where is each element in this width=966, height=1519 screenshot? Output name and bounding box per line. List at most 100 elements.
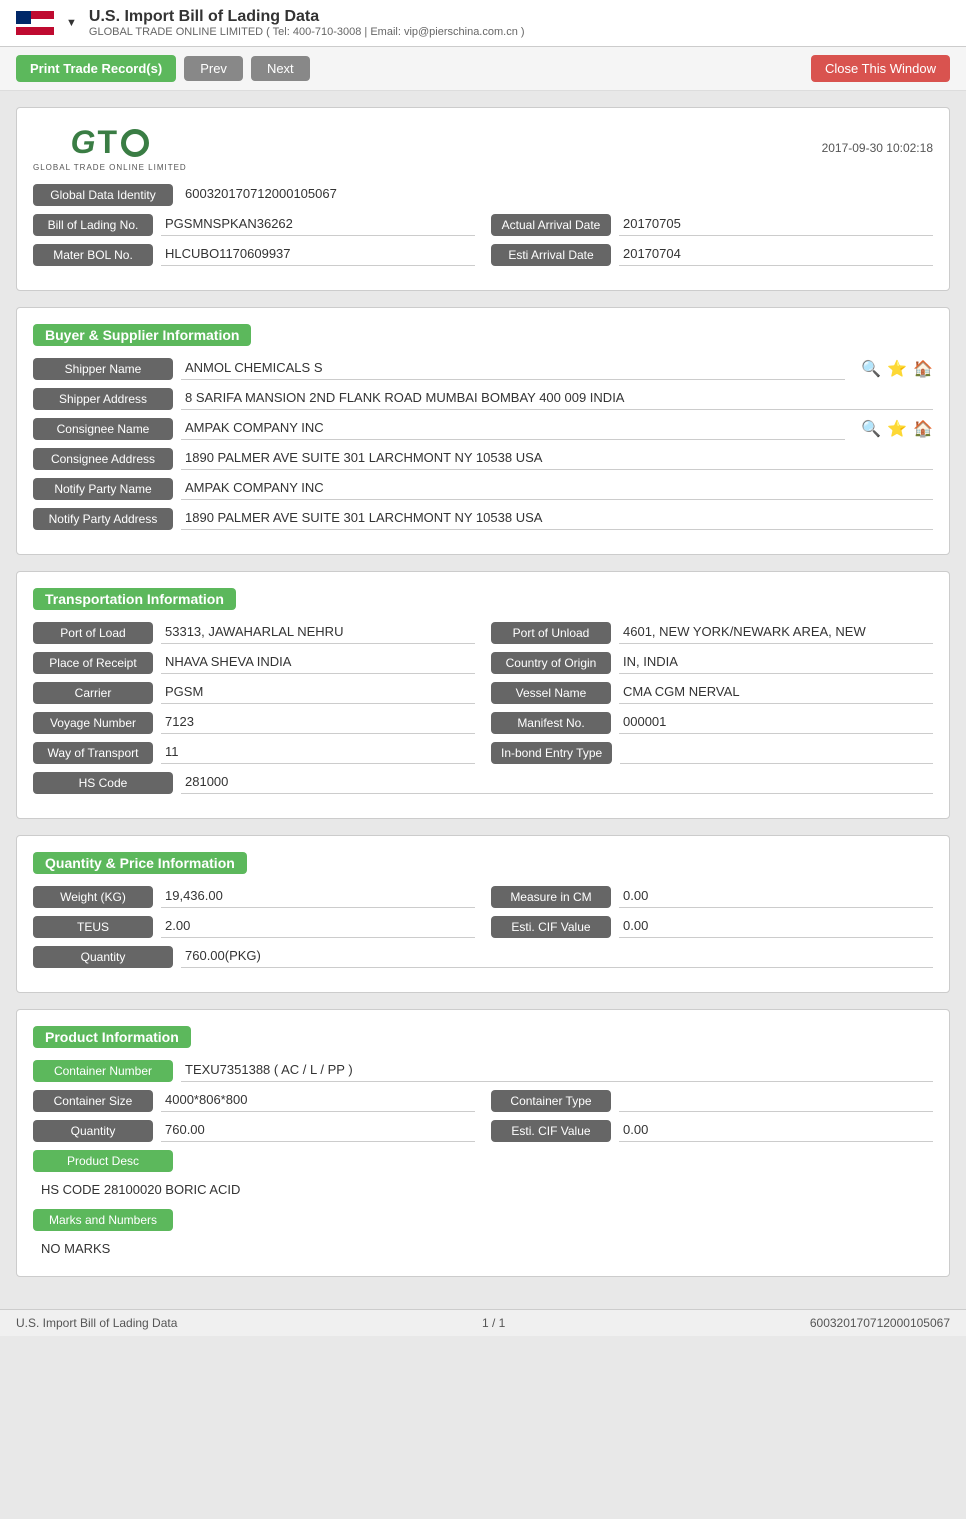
prod-quantity-label: Quantity	[33, 1120, 153, 1142]
port-unload-label: Port of Unload	[491, 622, 611, 644]
container-number-row: Container Number TEXU7351388 ( AC / L / …	[33, 1060, 933, 1082]
qp-quantity-value: 760.00(PKG)	[181, 946, 933, 968]
footer: U.S. Import Bill of Lading Data 1 / 1 60…	[0, 1309, 966, 1336]
origin-value: IN, INDIA	[619, 652, 933, 674]
esti-arrival-col: Esti Arrival Date 20170704	[491, 244, 933, 266]
consignee-name-label: Consignee Name	[33, 418, 173, 440]
receipt-label: Place of Receipt	[33, 652, 153, 674]
actual-arrival-col: Actual Arrival Date 20170705	[491, 214, 933, 236]
consignee-name-row: Consignee Name AMPAK COMPANY INC 🔍 ⭐ 🏠	[33, 418, 933, 440]
notify-name-label: Notify Party Name	[33, 478, 173, 500]
header-card: G T GLOBAL TRADE ONLINE LIMITED 2017-09-…	[16, 107, 950, 291]
prod-quantity-col: Quantity 760.00	[33, 1120, 475, 1142]
app-title: U.S. Import Bill of Lading Data	[89, 8, 525, 26]
transportation-section: Transportation Information	[33, 588, 933, 622]
voyage-manifest-row: Voyage Number 7123 Manifest No. 000001	[33, 712, 933, 734]
logo: G T	[71, 124, 149, 161]
voyage-label: Voyage Number	[33, 712, 153, 734]
way-transport-value: 11	[161, 742, 475, 764]
product-desc-label-row: Product Desc	[33, 1150, 933, 1172]
teus-col: TEUS 2.00	[33, 916, 475, 938]
manifest-value: 000001	[619, 712, 933, 734]
logo-area: G T GLOBAL TRADE ONLINE LIMITED	[33, 124, 187, 172]
bol-value: PGSMNSPKAN36262	[161, 214, 475, 236]
origin-col: Country of Origin IN, INDIA	[491, 652, 933, 674]
product-desc-value: HS CODE 28100020 BORIC ACID	[33, 1178, 933, 1201]
actual-arrival-label: Actual Arrival Date	[491, 214, 611, 236]
star-icon-consignee[interactable]: ⭐	[887, 419, 907, 439]
master-bol-row: Mater BOL No. HLCUBO1170609937 Esti Arri…	[33, 244, 933, 266]
quantity-section-label: Quantity & Price Information	[33, 852, 247, 874]
prev-button[interactable]: Prev	[184, 56, 243, 81]
close-button[interactable]: Close This Window	[811, 55, 950, 82]
way-transport-label: Way of Transport	[33, 742, 153, 764]
hs-code-row: HS Code 281000	[33, 772, 933, 794]
consignee-address-label: Consignee Address	[33, 448, 173, 470]
shipper-address-row: Shipper Address 8 SARIFA MANSION 2ND FLA…	[33, 388, 933, 410]
measure-label: Measure in CM	[491, 886, 611, 908]
shipper-address-label: Shipper Address	[33, 388, 173, 410]
carrier-col: Carrier PGSM	[33, 682, 475, 704]
quantity-section: Quantity & Price Information	[33, 852, 933, 886]
master-bol-label: Mater BOL No.	[33, 244, 153, 266]
voyage-value: 7123	[161, 712, 475, 734]
shipper-address-value: 8 SARIFA MANSION 2ND FLANK ROAD MUMBAI B…	[181, 388, 933, 410]
star-icon-shipper[interactable]: ⭐	[887, 359, 907, 379]
container-type-value	[619, 1090, 933, 1112]
receipt-origin-row: Place of Receipt NHAVA SHEVA INDIA Count…	[33, 652, 933, 674]
weight-value: 19,436.00	[161, 886, 475, 908]
print-button[interactable]: Print Trade Record(s)	[16, 55, 176, 82]
search-icon-consignee[interactable]: 🔍	[861, 419, 881, 439]
in-bond-col: In-bond Entry Type	[491, 742, 933, 764]
notify-name-value: AMPAK COMPANY INC	[181, 478, 933, 500]
way-transport-col: Way of Transport 11	[33, 742, 475, 764]
prod-esti-cif-col: Esti. CIF Value 0.00	[491, 1120, 933, 1142]
hs-code-label: HS Code	[33, 772, 173, 794]
esti-arrival-label: Esti Arrival Date	[491, 244, 611, 266]
weight-measure-row: Weight (KG) 19,436.00 Measure in CM 0.00	[33, 886, 933, 908]
search-icon-shipper[interactable]: 🔍	[861, 359, 881, 379]
container-number-value: TEXU7351388 ( AC / L / PP )	[181, 1060, 933, 1082]
qp-quantity-label: Quantity	[33, 946, 173, 968]
transport-bond-row: Way of Transport 11 In-bond Entry Type	[33, 742, 933, 764]
logo-t-letter: T	[98, 124, 118, 161]
vessel-label: Vessel Name	[491, 682, 611, 704]
logo-subtitle: GLOBAL TRADE ONLINE LIMITED	[33, 163, 187, 172]
flag-dropdown[interactable]: ▼	[66, 17, 77, 29]
esti-arrival-value: 20170704	[619, 244, 933, 266]
container-size-type-row: Container Size 4000*806*800 Container Ty…	[33, 1090, 933, 1112]
notify-address-row: Notify Party Address 1890 PALMER AVE SUI…	[33, 508, 933, 530]
card-header: G T GLOBAL TRADE ONLINE LIMITED 2017-09-…	[33, 124, 933, 172]
master-bol-col: Mater BOL No. HLCUBO1170609937	[33, 244, 475, 266]
teus-value: 2.00	[161, 916, 475, 938]
container-size-value: 4000*806*800	[161, 1090, 475, 1112]
marks-label: Marks and Numbers	[33, 1209, 173, 1231]
next-button[interactable]: Next	[251, 56, 310, 81]
notify-address-value: 1890 PALMER AVE SUITE 301 LARCHMONT NY 1…	[181, 508, 933, 530]
port-unload-value: 4601, NEW YORK/NEWARK AREA, NEW	[619, 622, 933, 644]
product-section-label: Product Information	[33, 1026, 191, 1048]
logo-o-circle	[121, 129, 149, 157]
teus-label: TEUS	[33, 916, 153, 938]
measure-col: Measure in CM 0.00	[491, 886, 933, 908]
consignee-name-value: AMPAK COMPANY INC	[181, 418, 845, 440]
qp-esti-cif-label: Esti. CIF Value	[491, 916, 611, 938]
top-bar: ▼ U.S. Import Bill of Lading Data GLOBAL…	[0, 0, 966, 47]
home-icon-consignee[interactable]: 🏠	[913, 419, 933, 439]
product-section: Product Information	[33, 1026, 933, 1060]
container-type-label: Container Type	[491, 1090, 611, 1112]
bol-row: Bill of Lading No. PGSMNSPKAN36262 Actua…	[33, 214, 933, 236]
port-load-value: 53313, JAWAHARLAL NEHRU	[161, 622, 475, 644]
measure-value: 0.00	[619, 886, 933, 908]
container-size-col: Container Size 4000*806*800	[33, 1090, 475, 1112]
record-timestamp: 2017-09-30 10:02:18	[822, 141, 933, 155]
home-icon-shipper[interactable]: 🏠	[913, 359, 933, 379]
prod-esti-cif-label: Esti. CIF Value	[491, 1120, 611, 1142]
bol-label: Bill of Lading No.	[33, 214, 153, 236]
prod-quantity-cif-row: Quantity 760.00 Esti. CIF Value 0.00	[33, 1120, 933, 1142]
flag-icon	[16, 11, 54, 35]
hs-code-value: 281000	[181, 772, 933, 794]
port-load-col: Port of Load 53313, JAWAHARLAL NEHRU	[33, 622, 475, 644]
container-type-col: Container Type	[491, 1090, 933, 1112]
footer-center: 1 / 1	[482, 1316, 505, 1330]
